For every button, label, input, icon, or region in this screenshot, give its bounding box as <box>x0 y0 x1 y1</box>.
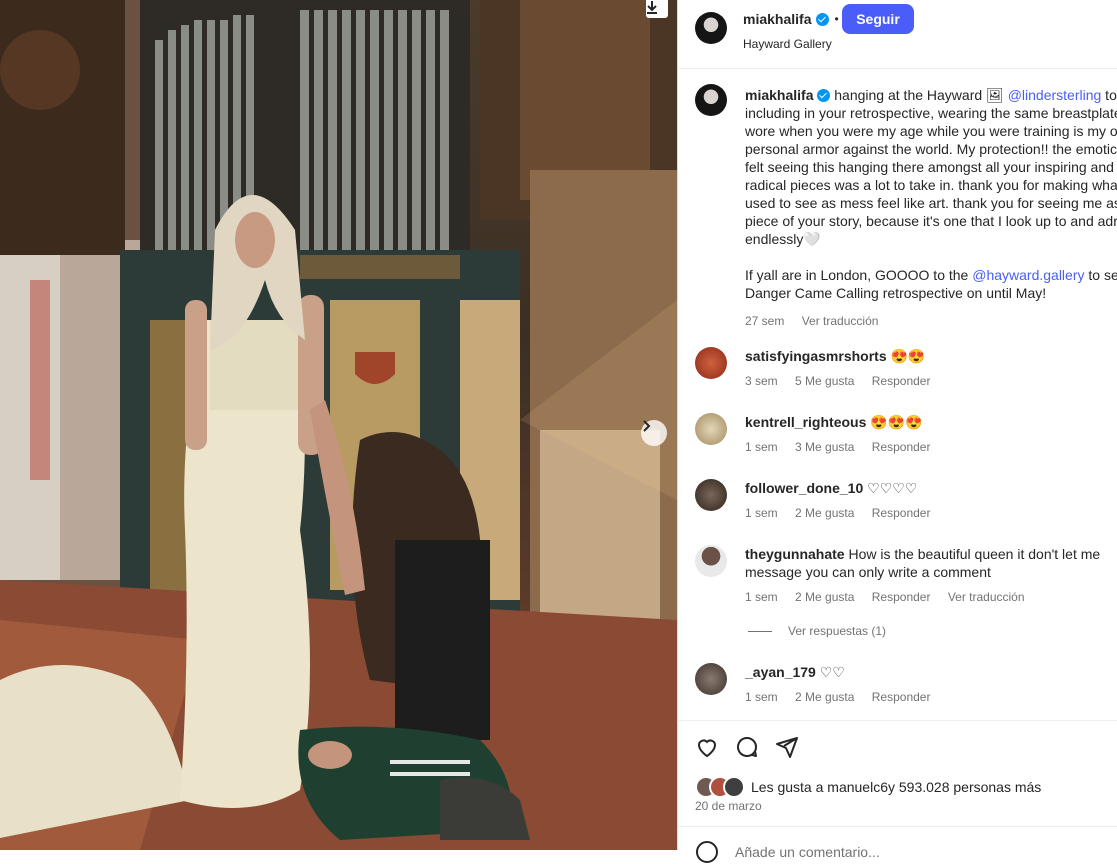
comment-meta: 1 sem 2 Me gusta Responder Ver traducció… <box>745 590 1039 604</box>
reply-button[interactable]: Responder <box>872 374 931 388</box>
location-link[interactable]: Hayward Gallery <box>743 37 832 51</box>
comment: theygunnahate How is the beautiful queen… <box>745 545 1117 581</box>
comment-text: message you can only write a comment <box>745 564 991 580</box>
comment-likes[interactable]: 5 Me gusta <box>795 374 854 388</box>
comment-icon[interactable] <box>735 735 759 759</box>
comment-likes[interactable]: 2 Me gusta <box>795 690 854 704</box>
like-heart-icon[interactable] <box>695 735 719 759</box>
action-bar <box>695 735 799 759</box>
comment-likes[interactable]: 2 Me gusta <box>795 506 854 520</box>
caption-text: If yall are in London, GOOOO to the <box>745 267 972 283</box>
caption-line: endlessly🤍 <box>745 230 1117 248</box>
comment-avatar[interactable] <box>695 347 727 379</box>
download-icon[interactable] <box>646 0 668 18</box>
comment: satisfyingasmrshorts 😍😍 <box>745 347 1117 365</box>
comment-username[interactable]: kentrell_righteous <box>745 414 866 430</box>
liker-avatars <box>695 776 737 798</box>
caption: miakhalifa hanging at the Hayward 🖼 @lin… <box>745 86 1117 330</box>
comment-likes[interactable]: 3 Me gusta <box>795 440 854 454</box>
post-date[interactable]: 20 de marzo <box>695 799 762 813</box>
likes-suffix[interactable]: y 593.028 personas más <box>888 779 1041 795</box>
comment-username[interactable]: _ayan_179 <box>745 664 816 680</box>
comment: kentrell_righteous 😍😍😍 <box>745 413 1117 431</box>
caption-line: used to see as mess feel like art. thank… <box>745 194 1117 212</box>
comment-text: How is the beautiful queen it don't let … <box>848 546 1100 562</box>
caption-line: wore when you were my age while you were… <box>745 122 1117 140</box>
caption-line: hanging at the Hayward 🖼 <box>834 87 1004 103</box>
comment: follower_done_10 ♡♡♡♡ <box>745 479 1117 497</box>
reply-button[interactable]: Responder <box>872 690 931 704</box>
comment-meta: 1 sem 3 Me gusta Responder <box>745 440 944 454</box>
comment-text: 😍😍😍 <box>870 414 922 430</box>
comment-avatar[interactable] <box>695 479 727 511</box>
divider <box>678 720 1117 721</box>
comment-meta: 1 sem 2 Me gusta Responder <box>745 506 944 520</box>
caption-line: piece of your story, because it's one th… <box>745 212 1117 230</box>
reply-button[interactable]: Responder <box>872 590 931 604</box>
comment-meta: 1 sem 2 Me gusta Responder <box>745 690 944 704</box>
separator-dot: • <box>834 12 838 26</box>
add-comment-input[interactable]: Añade un comentario... <box>735 844 880 860</box>
comment-avatar[interactable] <box>695 663 727 695</box>
mention-link[interactable]: @lindersterling <box>1008 87 1102 103</box>
comment-text: ♡♡ <box>820 664 845 680</box>
next-image-button[interactable] <box>641 420 667 446</box>
caption-line: felt seeing this hanging there amongst a… <box>745 158 1117 176</box>
post-header: miakhalifa • Seguir Hayward Gallery <box>678 0 1117 69</box>
comment-username[interactable]: satisfyingasmrshorts <box>745 348 887 364</box>
emoji-icon[interactable] <box>695 840 719 864</box>
reply-button[interactable]: Responder <box>872 506 931 520</box>
likes-summary: Les gusta a manuelc6 y 593.028 personas … <box>695 776 1041 798</box>
translate-link[interactable]: Ver traducción <box>948 590 1025 604</box>
comment-username[interactable]: theygunnahate <box>745 546 845 562</box>
author-username[interactable]: miakhalifa <box>743 11 811 27</box>
caption-text: to see <box>1085 267 1117 283</box>
translate-link[interactable]: Ver traducción <box>802 314 879 328</box>
comment-text: 😍😍 <box>891 348 926 364</box>
comment-avatar[interactable] <box>695 545 727 577</box>
comment: _ayan_179 ♡♡ <box>745 663 1117 681</box>
share-icon[interactable] <box>775 735 799 759</box>
comment-time[interactable]: 3 sem <box>745 374 778 388</box>
likes-prefix: Les gusta a <box>751 779 823 795</box>
liker-username[interactable]: manuelc6 <box>827 779 888 795</box>
liker-avatar <box>723 776 745 798</box>
comment-time[interactable]: 1 sem <box>745 440 778 454</box>
caption-username[interactable]: miakhalifa <box>745 87 813 103</box>
comment-time[interactable]: 1 sem <box>745 506 778 520</box>
post-panel: miakhalifa • Seguir Hayward Gallery miak… <box>677 0 1117 850</box>
comment-time[interactable]: 1 sem <box>745 690 778 704</box>
photo-scene <box>0 0 677 850</box>
author-row: miakhalifa • <box>743 11 839 27</box>
replies-line <box>748 631 772 632</box>
post-photo[interactable] <box>0 0 677 850</box>
caption-line: including in your retrospective, wearing… <box>745 104 1117 122</box>
author-avatar[interactable] <box>695 12 727 44</box>
divider <box>678 826 1117 827</box>
caption-avatar[interactable] <box>695 84 727 116</box>
follow-button[interactable]: Seguir <box>842 4 914 34</box>
comment-text: ♡♡♡♡ <box>867 480 917 496</box>
comment-username[interactable]: follower_done_10 <box>745 480 863 496</box>
view-replies-label: Ver respuestas (1) <box>788 624 886 638</box>
caption-line: Danger Came Calling retrospective on unt… <box>745 284 1117 302</box>
reply-button[interactable]: Responder <box>872 440 931 454</box>
caption-line: radical pieces was a lot to take in. tha… <box>745 176 1117 194</box>
add-comment-row[interactable]: Añade un comentario... <box>695 840 880 864</box>
caption-text: to <box>1101 87 1117 103</box>
mention-link[interactable]: @hayward.gallery <box>972 267 1084 283</box>
verified-icon <box>816 13 829 26</box>
caption-time[interactable]: 27 sem <box>745 314 784 328</box>
comment-time[interactable]: 1 sem <box>745 590 778 604</box>
verified-icon <box>817 89 830 102</box>
view-replies-button[interactable]: Ver respuestas (1) <box>748 624 886 638</box>
comment-likes[interactable]: 2 Me gusta <box>795 590 854 604</box>
caption-line: personal armor against the world. My pro… <box>745 140 1117 158</box>
comment-avatar[interactable] <box>695 413 727 445</box>
comment-meta: 3 sem 5 Me gusta Responder <box>745 374 944 388</box>
